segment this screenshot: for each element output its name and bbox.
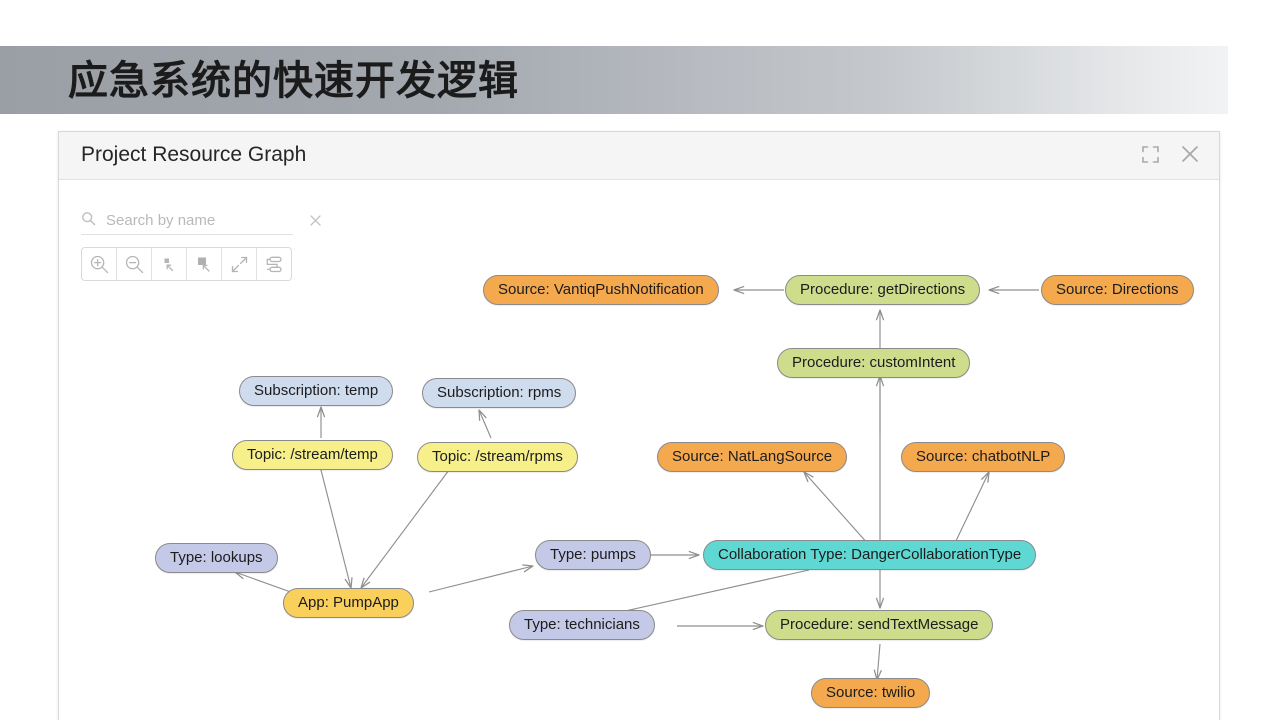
node-topic-stream-temp[interactable]: Topic: /stream/temp (232, 440, 393, 470)
panel-header-actions (1137, 141, 1203, 167)
project-resource-graph-panel: Project Resource Graph Search by name So… (58, 131, 1220, 720)
node-source-vantiqpushnotification[interactable]: Source: VantiqPushNotification (483, 275, 719, 305)
node-subscription-rpms[interactable]: Subscription: rpms (422, 378, 577, 408)
node-source-natlangsource[interactable]: Source: NatLangSource (657, 442, 848, 472)
node-source-directions[interactable]: Source: Directions (1041, 275, 1194, 305)
close-icon[interactable] (1177, 141, 1203, 167)
node-source-twilio[interactable]: Source: twilio (811, 678, 931, 708)
panel-header: Project Resource Graph (59, 132, 1219, 180)
node-collaboration-type-dangercollaborationtype[interactable]: Collaboration Type: DangerCollaborationT… (703, 540, 1037, 570)
node-procedure-sendtextmessage[interactable]: Procedure: sendTextMessage (765, 610, 994, 640)
graph-canvas[interactable]: Source: VantiqPushNotification Procedure… (59, 180, 1219, 720)
slide-root: 应急系统的快速开发逻辑 Project Resource Graph Searc… (0, 0, 1276, 720)
node-type-pumps[interactable]: Type: pumps (535, 540, 651, 570)
node-procedure-customintent[interactable]: Procedure: customIntent (777, 348, 971, 378)
node-type-lookups[interactable]: Type: lookups (155, 543, 278, 573)
node-app-pumpapp[interactable]: App: PumpApp (283, 588, 414, 618)
maximize-icon[interactable] (1137, 141, 1163, 167)
node-procedure-getdirections[interactable]: Procedure: getDirections (785, 275, 981, 305)
panel-title: Project Resource Graph (81, 143, 307, 166)
node-type-technicians[interactable]: Type: technicians (509, 610, 655, 640)
node-source-chatbotnlp[interactable]: Source: chatbotNLP (901, 442, 1066, 472)
node-topic-stream-rpms[interactable]: Topic: /stream/rpms (417, 442, 578, 472)
node-subscription-temp[interactable]: Subscription: temp (239, 376, 394, 406)
page-title: 应急系统的快速开发逻辑 (68, 59, 519, 103)
